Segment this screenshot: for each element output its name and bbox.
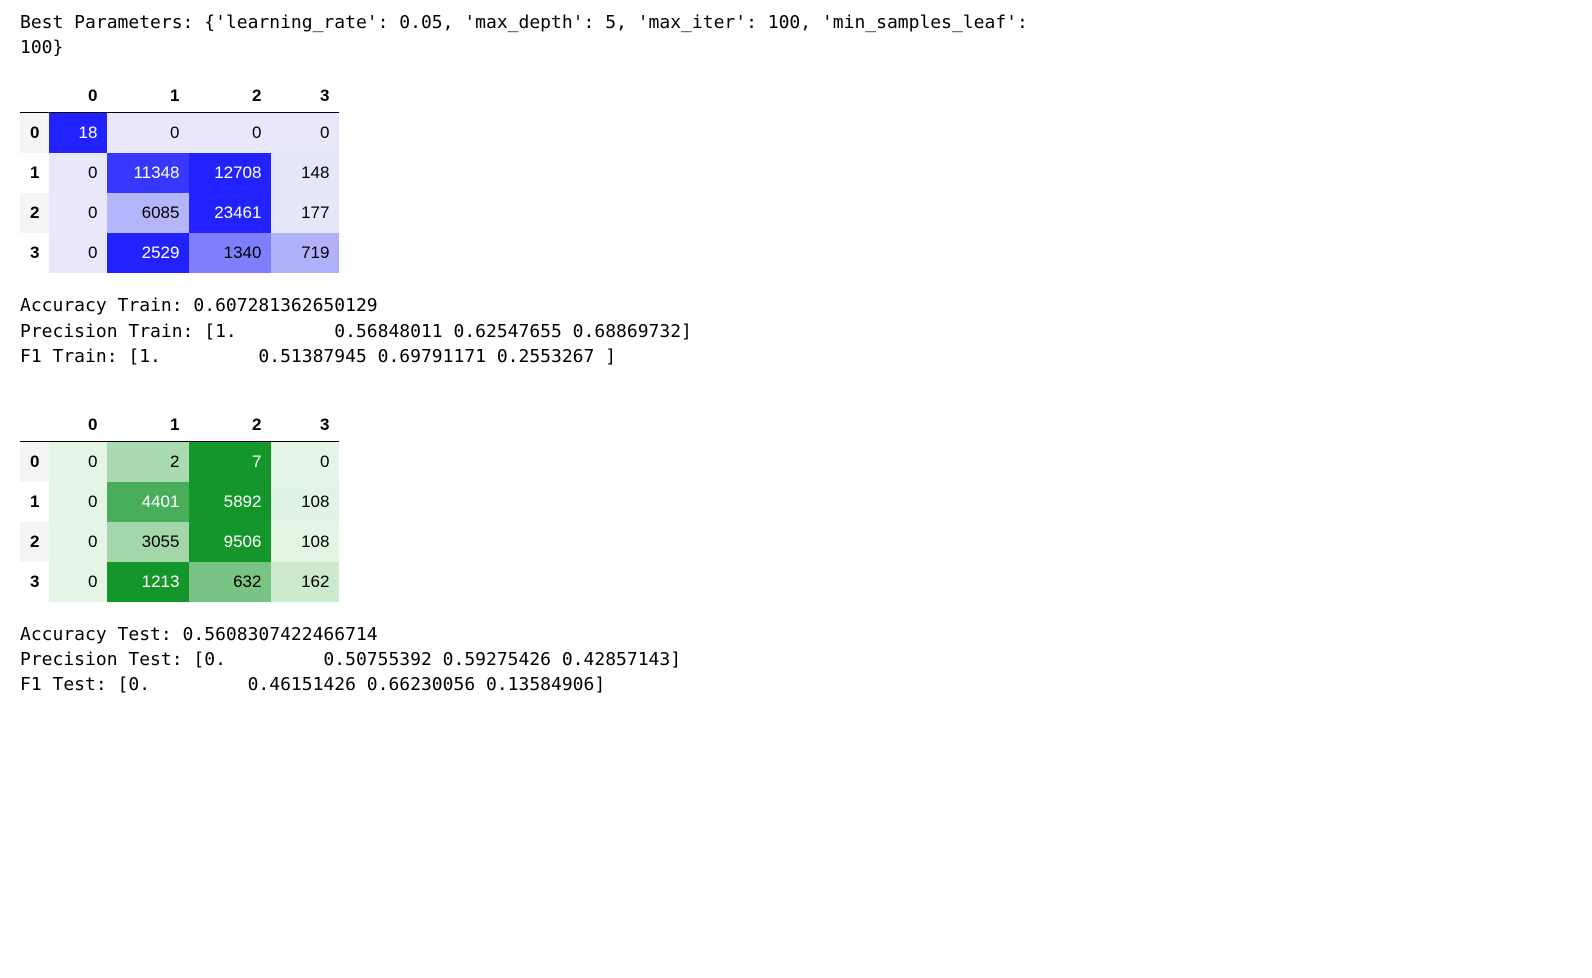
matrix-cell: 108 (271, 482, 339, 522)
matrix-col-header: 3 (271, 80, 339, 113)
test-f1: F1 Test: [0. 0.46151426 0.66230056 0.135… (20, 672, 1572, 697)
matrix-cell: 11348 (107, 153, 189, 193)
matrix-cell: 148 (271, 153, 339, 193)
matrix-cell: 0 (49, 482, 107, 522)
matrix-cell: 5892 (189, 482, 271, 522)
matrix-cell: 0 (189, 113, 271, 154)
matrix-cell: 632 (189, 562, 271, 602)
matrix-cell: 7 (189, 441, 271, 482)
test-precision: Precision Test: [0. 0.50755392 0.5927542… (20, 647, 1572, 672)
train-confusion-matrix: 0123018000101134812708148206085234611773… (20, 80, 339, 273)
matrix-row-header: 1 (20, 482, 49, 522)
matrix-row-header: 2 (20, 522, 49, 562)
matrix-cell: 162 (271, 562, 339, 602)
train-precision: Precision Train: [1. 0.56848011 0.625476… (20, 319, 1572, 344)
train-f1: F1 Train: [1. 0.51387945 0.69791171 0.25… (20, 344, 1572, 369)
matrix-cell: 0 (271, 113, 339, 154)
matrix-cell: 1340 (189, 233, 271, 273)
matrix-cell: 2529 (107, 233, 189, 273)
train-block: 0123018000101134812708148206085234611773… (20, 80, 1572, 369)
matrix-cell: 0 (271, 441, 339, 482)
matrix-col-header: 2 (189, 80, 271, 113)
matrix-row-header: 1 (20, 153, 49, 193)
test-block: 0123002701044015892108203055950610830121… (20, 409, 1572, 698)
matrix-col-header: 0 (49, 80, 107, 113)
train-accuracy: Accuracy Train: 0.607281362650129 (20, 293, 1572, 318)
matrix-row-header: 2 (20, 193, 49, 233)
matrix-row-header: 0 (20, 113, 49, 154)
best-params-line-1: Best Parameters: {'learning_rate': 0.05,… (20, 10, 1572, 35)
matrix-cell: 0 (49, 441, 107, 482)
matrix-cell: 2 (107, 441, 189, 482)
matrix-cell: 6085 (107, 193, 189, 233)
matrix-cell: 0 (49, 562, 107, 602)
matrix-cell: 23461 (189, 193, 271, 233)
matrix-col-header: 0 (49, 409, 107, 442)
matrix-cell: 0 (49, 153, 107, 193)
matrix-col-header: 2 (189, 409, 271, 442)
test-confusion-matrix: 0123002701044015892108203055950610830121… (20, 409, 339, 602)
matrix-col-header: 3 (271, 409, 339, 442)
matrix-cell: 12708 (189, 153, 271, 193)
matrix-row-header: 3 (20, 562, 49, 602)
matrix-cell: 177 (271, 193, 339, 233)
matrix-corner (20, 409, 49, 442)
matrix-cell: 9506 (189, 522, 271, 562)
matrix-cell: 0 (49, 522, 107, 562)
matrix-cell: 1213 (107, 562, 189, 602)
matrix-cell: 0 (107, 113, 189, 154)
matrix-corner (20, 80, 49, 113)
matrix-row-header: 0 (20, 441, 49, 482)
matrix-cell: 18 (49, 113, 107, 154)
matrix-col-header: 1 (107, 80, 189, 113)
matrix-cell: 108 (271, 522, 339, 562)
matrix-cell: 4401 (107, 482, 189, 522)
matrix-cell: 3055 (107, 522, 189, 562)
matrix-cell: 719 (271, 233, 339, 273)
matrix-cell: 0 (49, 233, 107, 273)
best-params-line-2: 100} (20, 35, 1572, 60)
matrix-col-header: 1 (107, 409, 189, 442)
matrix-cell: 0 (49, 193, 107, 233)
test-accuracy: Accuracy Test: 0.5608307422466714 (20, 622, 1572, 647)
matrix-row-header: 3 (20, 233, 49, 273)
